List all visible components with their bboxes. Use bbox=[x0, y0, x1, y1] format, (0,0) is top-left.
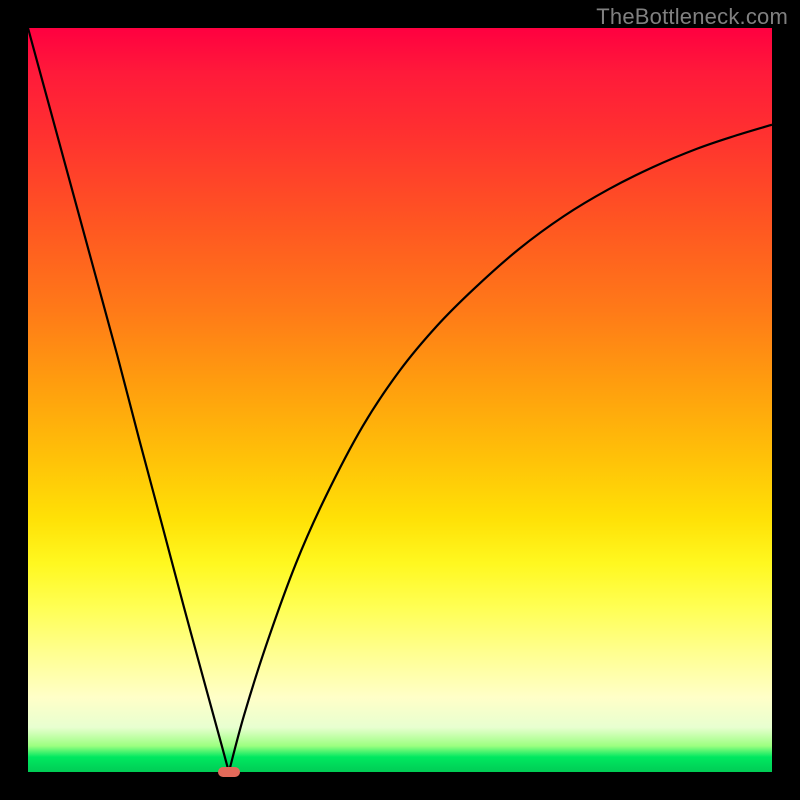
attribution-text: TheBottleneck.com bbox=[596, 4, 788, 30]
plot-area bbox=[28, 28, 772, 772]
bottleneck-curve bbox=[28, 28, 772, 772]
curve-right-branch bbox=[229, 125, 772, 772]
curve-left-branch bbox=[28, 28, 229, 772]
chart-frame: TheBottleneck.com bbox=[0, 0, 800, 800]
minimum-marker bbox=[218, 767, 240, 777]
